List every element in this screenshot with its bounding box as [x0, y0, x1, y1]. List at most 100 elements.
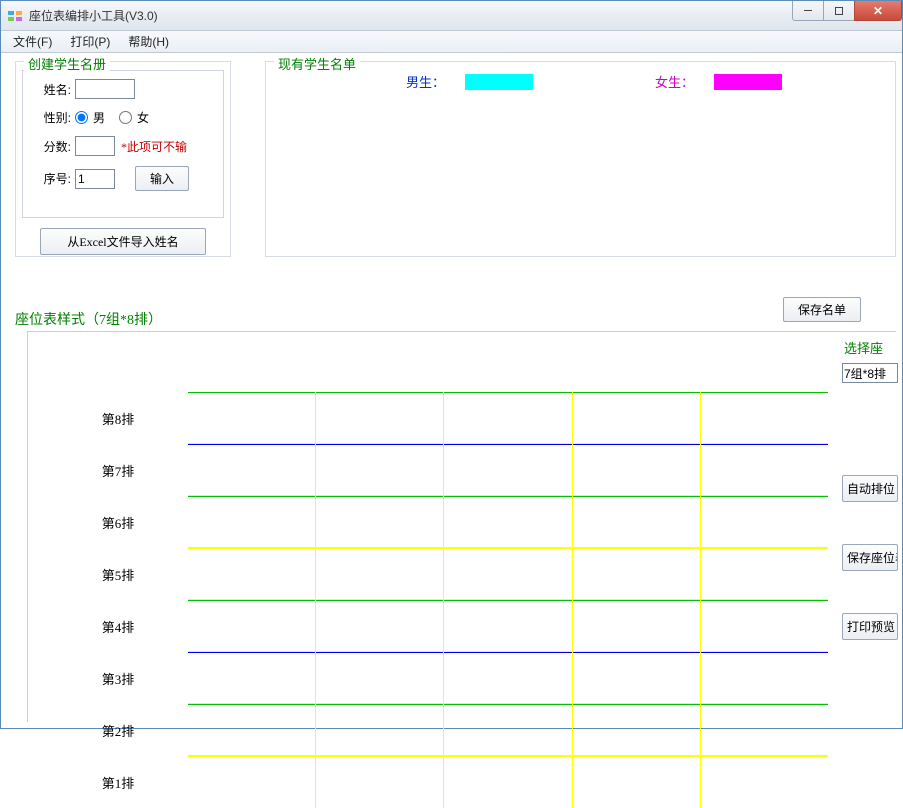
row-label: 第8排	[48, 409, 188, 428]
seat-cell[interactable]	[316, 392, 444, 444]
seat-row: 第3排	[48, 652, 828, 704]
seat-cell[interactable]	[444, 756, 572, 808]
gender-legend-row: 男生： 女生：	[406, 72, 782, 91]
seat-style-title: 座位表样式（7组*8排）	[15, 309, 162, 329]
seat-cell[interactable]	[316, 652, 444, 704]
seat-cells	[188, 600, 828, 652]
import-excel-button[interactable]: 从Excel文件导入姓名	[40, 228, 206, 255]
seat-cell[interactable]	[188, 548, 316, 600]
select-seat-label: 选择座	[842, 338, 898, 357]
seat-cell[interactable]	[444, 600, 572, 652]
seat-cell[interactable]	[444, 704, 572, 756]
seat-cells	[188, 444, 828, 496]
seat-cell[interactable]	[188, 756, 316, 808]
app-icon	[7, 8, 23, 24]
seat-cell[interactable]	[316, 704, 444, 756]
seat-cell[interactable]	[316, 600, 444, 652]
boy-color-swatch	[465, 74, 533, 90]
row-label: 第5排	[48, 565, 188, 584]
seat-cell[interactable]	[444, 392, 572, 444]
student-list-legend: 现有学生名单	[274, 54, 360, 73]
seat-cell[interactable]	[188, 704, 316, 756]
seat-cells	[188, 756, 828, 808]
row-label: 第1排	[48, 773, 188, 792]
seat-grid: 第8排第7排第6排第5排第4排第3排第2排第1排	[48, 392, 828, 808]
print-preview-button[interactable]: 打印预览	[842, 613, 898, 640]
menu-file[interactable]: 文件(F)	[5, 31, 60, 52]
seat-row: 第7排	[48, 444, 828, 496]
seat-cell[interactable]	[188, 652, 316, 704]
save-list-button[interactable]: 保存名单	[783, 297, 861, 322]
row-label: 第6排	[48, 513, 188, 532]
seat-cell[interactable]	[701, 756, 828, 808]
seat-cell[interactable]	[188, 600, 316, 652]
score-hint: *此项可不输	[121, 138, 187, 155]
score-label: 分数:	[31, 138, 71, 155]
seat-cell[interactable]	[188, 444, 316, 496]
seat-cell[interactable]	[316, 444, 444, 496]
titlebar[interactable]: 座位表编排小工具(V3.0) ✕	[1, 1, 902, 31]
save-seat-button[interactable]: 保存座位表	[842, 544, 898, 571]
row-label: 第7排	[48, 461, 188, 480]
seat-cell[interactable]	[316, 548, 444, 600]
row-label: 第2排	[48, 721, 188, 740]
gender-female-radio[interactable]: 女	[119, 109, 149, 126]
student-list-group: 现有学生名单 男生： 女生：	[265, 61, 896, 257]
seat-cell[interactable]	[701, 704, 828, 756]
seat-cell[interactable]	[316, 756, 444, 808]
seat-cell[interactable]	[573, 652, 701, 704]
score-input[interactable]	[75, 136, 115, 156]
seat-cells	[188, 652, 828, 704]
gender-label: 性别:	[31, 109, 71, 126]
seat-cell[interactable]	[316, 496, 444, 548]
minimize-button[interactable]	[792, 1, 824, 21]
seat-cell[interactable]	[444, 652, 572, 704]
seat-cell[interactable]	[701, 652, 828, 704]
seat-cell[interactable]	[573, 756, 701, 808]
seat-cell[interactable]	[188, 392, 316, 444]
seat-cell[interactable]	[444, 496, 572, 548]
seat-row: 第5排	[48, 548, 828, 600]
seq-input[interactable]	[75, 169, 115, 189]
gender-male-radio[interactable]: 男	[75, 109, 105, 126]
seat-cell[interactable]	[701, 548, 828, 600]
seat-cell[interactable]	[573, 704, 701, 756]
seat-cell[interactable]	[444, 548, 572, 600]
seat-cell[interactable]	[573, 496, 701, 548]
row-label: 第4排	[48, 617, 188, 636]
seat-row: 第8排	[48, 392, 828, 444]
seat-cells	[188, 704, 828, 756]
window-title: 座位表编排小工具(V3.0)	[29, 7, 158, 24]
girl-label: 女生：	[655, 72, 694, 91]
menu-bar: 文件(F) 打印(P) 帮助(H)	[1, 31, 902, 53]
seat-cell[interactable]	[701, 496, 828, 548]
close-button[interactable]: ✕	[854, 1, 902, 21]
window-controls: ✕	[793, 1, 902, 21]
create-roster-inner: 姓名: 性别: 男 女 分数: *此项可不输 序号: 输入	[22, 70, 224, 218]
seat-cell[interactable]	[573, 444, 701, 496]
menu-print[interactable]: 打印(P)	[62, 31, 118, 52]
seat-cell[interactable]	[573, 600, 701, 652]
seq-label: 序号:	[31, 170, 71, 187]
seat-cell[interactable]	[573, 548, 701, 600]
app-window: 座位表编排小工具(V3.0) ✕ 文件(F) 打印(P) 帮助(H) 创建学生名…	[0, 0, 903, 729]
seat-cells	[188, 548, 828, 600]
maximize-button[interactable]	[823, 1, 855, 21]
seat-cell[interactable]	[701, 392, 828, 444]
menu-help[interactable]: 帮助(H)	[120, 31, 177, 52]
seat-cell[interactable]	[701, 444, 828, 496]
auto-arrange-button[interactable]: 自动排位	[842, 475, 898, 502]
boy-label: 男生：	[406, 72, 445, 91]
seat-cell[interactable]	[444, 444, 572, 496]
seat-cell[interactable]	[573, 392, 701, 444]
girl-color-swatch	[714, 74, 782, 90]
seat-layout-combo[interactable]	[842, 363, 898, 383]
seat-row: 第6排	[48, 496, 828, 548]
row-label: 第3排	[48, 669, 188, 688]
seat-row: 第4排	[48, 600, 828, 652]
name-input[interactable]	[75, 79, 135, 99]
seat-cell[interactable]	[701, 600, 828, 652]
input-button[interactable]: 输入	[135, 166, 189, 191]
seat-cell[interactable]	[188, 496, 316, 548]
name-label: 姓名:	[31, 81, 71, 98]
